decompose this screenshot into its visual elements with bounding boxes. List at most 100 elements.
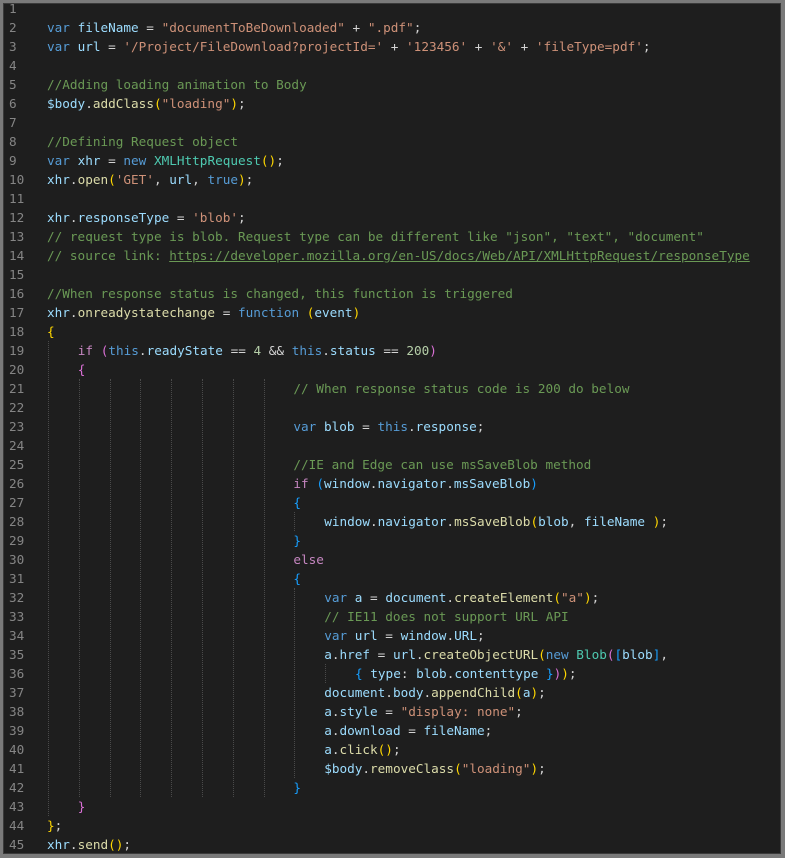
code-token: . [69,172,78,187]
indent-guide [263,379,265,797]
code-token: blob [416,666,447,681]
code-token: . [446,590,455,605]
code-line[interactable]: 45 xhr.send(); [4,835,780,853]
line-number: 21 [9,381,25,396]
code-token: . [322,343,330,358]
code-line[interactable]: 18 { [4,322,780,341]
line-number: 44 [9,818,25,833]
code-line[interactable]: 16 //When response status is changed, thi… [4,284,780,303]
line-number: 38 [9,704,25,719]
code-line[interactable]: 10 xhr.open('GET', url, true); [4,170,780,189]
code-line[interactable]: 39 a.download = fileName; [4,721,780,740]
code-token: = [100,39,124,54]
code-line[interactable]: 20 { [4,360,780,379]
code-line[interactable]: 27 { [4,493,780,512]
code-text: window.navigator.msSaveBlob(blob, fileNa… [324,512,668,531]
code-token: ; [642,39,651,54]
code-token: } [546,666,554,681]
code-token: addClass [92,96,154,111]
code-token: ".pdf" [367,20,414,35]
code-token: . [69,305,78,320]
code-token: { [293,495,302,510]
code-token: xhr [47,210,70,225]
code-line[interactable]: 7 [4,113,780,132]
code-line[interactable]: 40 a.click(); [4,740,780,759]
code-line[interactable]: 42} [4,778,780,797]
code-line[interactable]: 34 var url = window.URL; [4,626,780,645]
code-line[interactable]: 38 a.style = "display: none"; [4,702,780,721]
code-token: ( [108,172,116,187]
code-token: ) [230,96,238,111]
code-line[interactable]: 33 // IE11 does not support URL API [4,607,780,626]
code-token: true [207,172,239,187]
code-token: navigator [377,476,447,491]
code-token: url [169,172,193,187]
code-line[interactable]: 23 var blob = this.response; [4,417,780,436]
code-token: url [354,628,378,643]
code-editor[interactable]: 1 2 var fileName = "documentToBeDownloaded… [3,3,781,854]
code-line[interactable]: 43} [4,797,780,816]
code-token: 200 [406,343,430,358]
code-line[interactable]: 1 [4,4,780,18]
code-token: appendChild [431,685,516,700]
code-line[interactable]: 37 document.body.appendChild(a); [4,683,780,702]
code-line[interactable]: 12 xhr.responseType = 'blob'; [4,208,780,227]
code-line[interactable]: 13 // request type is blob. Request type … [4,227,780,246]
code-token: var [324,628,348,643]
code-line[interactable]: 28 window.navigator.msSaveBlob(blob, file… [4,512,780,531]
code-line[interactable]: 3 var url = '/Project/FileDownload?projec… [4,37,780,56]
code-line[interactable]: 17 xhr.onreadystatechange = function (eve… [4,303,780,322]
code-token: url [77,39,101,54]
line-number: 11 [9,191,25,206]
code-token: URL [454,628,477,643]
code-token: ) [561,666,569,681]
indent-guide [140,379,142,797]
code-line[interactable]: 29} [4,531,780,550]
code-line[interactable]: 21 // When response status code is 200 do… [4,379,780,398]
code-token: this [377,419,408,434]
code-token: == [222,343,254,358]
code-line[interactable]: 19 if (this.readyState == 4 && this.statu… [4,341,780,360]
code-line[interactable]: 24 [4,436,780,455]
code-token: click [339,742,378,757]
code-token: else [293,552,324,567]
code-line[interactable]: 6 $body.addClass("loading"); [4,94,780,113]
code-line[interactable]: 30 else [4,550,780,569]
code-token: '&' [490,39,513,54]
code-token: msSaveBlob [454,514,531,529]
code-line[interactable]: 44}; [4,816,780,835]
indent-guide [294,512,296,531]
code-token: ) [530,761,539,776]
code-line[interactable]: 25 //IE and Edge can use msSaveBlob metho… [4,455,780,474]
code-token: //Defining Request object [47,134,238,149]
code-line[interactable]: 41 $body.removeClass("loading"); [4,759,780,778]
code-line[interactable]: 32 var a = document.createElement("a"); [4,588,780,607]
code-line[interactable]: 11 [4,189,780,208]
code-token: a [324,723,332,738]
code-token: ( [538,647,546,662]
code-line[interactable]: 31 { [4,569,780,588]
code-token: if [77,343,94,358]
code-text: } [78,797,86,816]
code-line[interactable]: 4 [4,56,780,75]
code-text: var a = document.createElement("a"); [324,588,599,607]
line-number: 28 [9,514,25,529]
code-token[interactable]: https://developer.mozilla.org/en-US/docs… [169,248,750,263]
code-line[interactable]: 26 if (window.navigator.msSaveBlob) [4,474,780,493]
code-line[interactable]: 36 { type: blob.contenttype })); [4,664,780,683]
code-text: if (window.navigator.msSaveBlob) [293,474,537,493]
code-line[interactable]: 2 var fileName = "documentToBeDownloaded"… [4,18,780,37]
code-line[interactable]: 35 a.href = url.createObjectURL(new Blob(… [4,645,780,664]
code-line[interactable]: 22 [4,398,780,417]
code-line[interactable]: 8 //Defining Request object [4,132,780,151]
code-token: ) [530,685,539,700]
code-line[interactable]: 9 var xhr = new XMLHttpRequest(); [4,151,780,170]
code-line[interactable]: 14 // source link: https://developer.mozi… [4,246,780,265]
code-text: // source link: https://developer.mozill… [47,246,750,265]
code-text: // When response status code is 200 do b… [293,379,629,398]
code-line[interactable]: 5 //Adding loading animation to Body [4,75,780,94]
code-token: blob [622,647,653,662]
code-token: xhr [77,153,101,168]
code-line[interactable]: 15 [4,265,780,284]
code-token: ; [392,742,401,757]
